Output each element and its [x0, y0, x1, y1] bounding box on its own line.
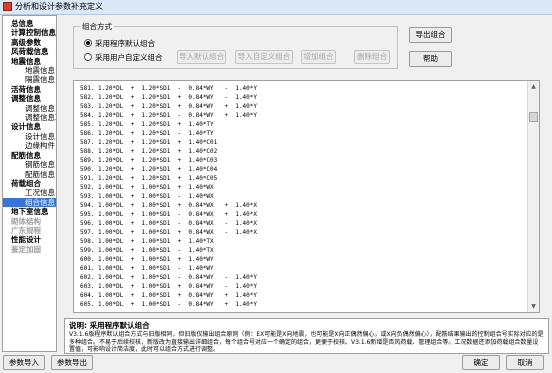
- scrollbar-thumb[interactable]: [529, 112, 538, 122]
- sidebar-item-22[interactable]: 广东规程: [3, 226, 56, 235]
- description-panel: 说明: 采用程序默认组合 V3.1.6版程序默认组合方式与旧版相同，但旧版仅输出…: [64, 318, 549, 354]
- nav-list: 总信息 计算控制信息 高级参数 风荷载信息 地震信息 地震信息 隔震信息 活荷信息 调整信息 调整…: [3, 16, 56, 254]
- sidebar-item-23[interactable]: 性能设计: [3, 235, 56, 244]
- scroll-down-icon[interactable]: ▼: [529, 302, 538, 311]
- combo-line[interactable]: 599. 1.00*DL + 1.00*SD1 - 1.40*TX: [80, 246, 214, 255]
- combo-line[interactable]: 604. 1.00*DL + 1.00*SD1 + 0.84*WY + 1.40…: [80, 291, 257, 300]
- radio-custom-combo[interactable]: 采用用户自定义组合: [84, 52, 163, 63]
- combo-line[interactable]: 595. 1.00*DL + 1.00*SD1 - 0.84*WX + 1.40…: [80, 210, 257, 219]
- combo-line[interactable]: 590. 1.20*DL + 1.20*SD1 + 1.40*C04: [80, 165, 217, 174]
- sidebar-item-19[interactable]: 组合信息: [3, 197, 56, 208]
- combo-line[interactable]: 588. 1.20*DL + 1.20*SD1 + 1.40*C02: [80, 147, 217, 156]
- combo-line[interactable]: 589. 1.20*DL + 1.20*SD1 + 1.40*C03: [80, 156, 217, 165]
- sidebar-item-20[interactable]: 地下室信息: [3, 207, 56, 216]
- sidebar-item-13[interactable]: 边缘构件: [3, 141, 56, 150]
- ok-button[interactable]: 确定: [462, 355, 500, 370]
- sidebar-item-4[interactable]: 地震信息: [3, 57, 56, 66]
- combo-line[interactable]: 602. 1.00*DL + 1.00*SD1 - 0.84*WY - 1.40…: [80, 273, 257, 282]
- export-combo-button[interactable]: 导出组合: [409, 27, 452, 43]
- combo-line[interactable]: 593. 1.00*DL + 1.00*SD1 - 1.40*WX: [80, 192, 214, 201]
- sidebar-item-11[interactable]: 设计信息: [3, 122, 56, 131]
- settings-nav-tree: 总信息 计算控制信息 高级参数 风荷载信息 地震信息 地震信息 隔震信息 活荷信息 调整信息 调整…: [2, 15, 57, 352]
- combo-line[interactable]: 582. 1.20*DL + 1.20*SD1 + 0.84*WY - 1.40…: [80, 93, 257, 102]
- combo-line[interactable]: 603. 1.00*DL + 1.00*SD1 + 0.84*WY - 1.40…: [80, 282, 257, 291]
- sidebar-item-12[interactable]: 设计信息: [3, 132, 56, 141]
- sidebar-item-8[interactable]: 调整信息: [3, 94, 56, 103]
- combo-line[interactable]: 594. 1.00*DL + 1.00*SD1 + 0.84*WX + 1.40…: [80, 201, 257, 210]
- sidebar-item-7[interactable]: 活荷信息: [3, 85, 56, 94]
- combo-line[interactable]: 597. 1.00*DL + 1.00*SD1 + 0.84*WX - 1.40…: [80, 228, 257, 237]
- description-title: 说明: 采用程序默认组合: [69, 321, 150, 330]
- help-button[interactable]: 帮助: [409, 51, 452, 67]
- vertical-scrollbar[interactable]: ▲ ▼: [527, 81, 539, 312]
- add-combo-button[interactable]: 增加组合: [301, 50, 336, 64]
- sidebar-item-3[interactable]: 风荷载信息: [3, 47, 56, 56]
- sidebar-item-15[interactable]: 钢筋信息: [3, 160, 56, 169]
- app-icon: [3, 2, 12, 11]
- import-custom-combo-button[interactable]: 导入自定义组合: [235, 50, 293, 64]
- combo-line[interactable]: 587. 1.20*DL + 1.20*SD1 + 1.40*C01: [80, 138, 217, 147]
- sidebar-item-2[interactable]: 高级参数: [3, 38, 56, 47]
- combo-line[interactable]: 586. 1.20*DL + 1.20*SD1 - 1.40*TY: [80, 129, 214, 138]
- combo-line[interactable]: 584. 1.20*DL + 1.20*SD1 - 0.84*WY + 1.40…: [80, 111, 257, 120]
- sidebar-item-18[interactable]: 工况信息: [3, 188, 56, 197]
- sidebar-item-16[interactable]: 配筋信息: [3, 170, 56, 179]
- cancel-button[interactable]: 取消: [506, 355, 544, 370]
- combo-mode-title: 组合方式: [80, 21, 114, 32]
- sidebar-item-1[interactable]: 计算控制信息: [3, 28, 56, 37]
- combo-line[interactable]: 605. 1.00*DL + 1.00*SD1 - 0.84*WY + 1.40…: [80, 300, 257, 309]
- radio-default-label: 采用程序默认组合: [95, 39, 155, 48]
- description-body: V3.1.6版程序默认组合方式与旧版相同，但旧版仅输出组合原则（例：EX可能是X…: [69, 331, 544, 353]
- combo-line[interactable]: 583. 1.20*DL + 1.20*SD1 + 0.84*WY + 1.40…: [80, 102, 257, 111]
- combo-line[interactable]: 585. 1.20*DL + 1.20*SD1 + 1.40*TY: [80, 120, 214, 129]
- import-params-button[interactable]: 参数导入: [3, 355, 45, 370]
- sidebar-item-0[interactable]: 总信息: [3, 19, 56, 28]
- combo-line[interactable]: 600. 1.00*DL + 1.00*SD1 + 1.40*WY: [80, 255, 214, 264]
- scroll-up-icon[interactable]: ▲: [529, 82, 538, 91]
- combo-list-editor[interactable]: 581. 1.20*DL + 1.20*SD1 - 0.84*WY - 1.40…: [73, 80, 540, 313]
- window-titlebar: 分析和设计参数补充定义: [0, 0, 552, 15]
- sidebar-item-21[interactable]: 砌体结构: [3, 217, 56, 226]
- combo-line[interactable]: 591. 1.20*DL + 1.20*SD1 + 1.40*C05: [80, 174, 217, 183]
- sidebar-item-17[interactable]: 荷载组合: [3, 179, 56, 188]
- delete-combo-button[interactable]: 删除组合: [354, 50, 390, 64]
- combo-line[interactable]: 598. 1.00*DL + 1.00*SD1 + 1.40*TX: [80, 237, 214, 246]
- window-title: 分析和设计参数补充定义: [15, 2, 103, 11]
- radio-default-indicator[interactable]: [84, 39, 92, 47]
- combo-line[interactable]: 596. 1.00*DL + 1.00*SD1 - 0.84*WX - 1.40…: [80, 219, 257, 228]
- combo-line[interactable]: 601. 1.00*DL + 1.00*SD1 - 1.40*WY: [80, 264, 214, 273]
- export-params-button[interactable]: 参数导出: [51, 355, 93, 370]
- sidebar-item-14[interactable]: 配筋信息: [3, 151, 56, 160]
- sidebar-item-6[interactable]: 隔震信息: [3, 75, 56, 84]
- import-default-combo-button[interactable]: 导入默认组合: [177, 50, 226, 64]
- radio-custom-label: 采用用户自定义组合: [95, 53, 163, 62]
- sidebar-item-9[interactable]: 调整信息1: [3, 104, 56, 113]
- combo-line[interactable]: 592. 1.00*DL + 1.00*SD1 + 1.40*WX: [80, 183, 214, 192]
- radio-default-combo[interactable]: 采用程序默认组合: [84, 38, 155, 49]
- radio-custom-indicator[interactable]: [84, 53, 92, 61]
- combo-line[interactable]: 581. 1.20*DL + 1.20*SD1 - 0.84*WY - 1.40…: [80, 84, 257, 93]
- sidebar-item-24[interactable]: 鉴定加固: [3, 245, 56, 254]
